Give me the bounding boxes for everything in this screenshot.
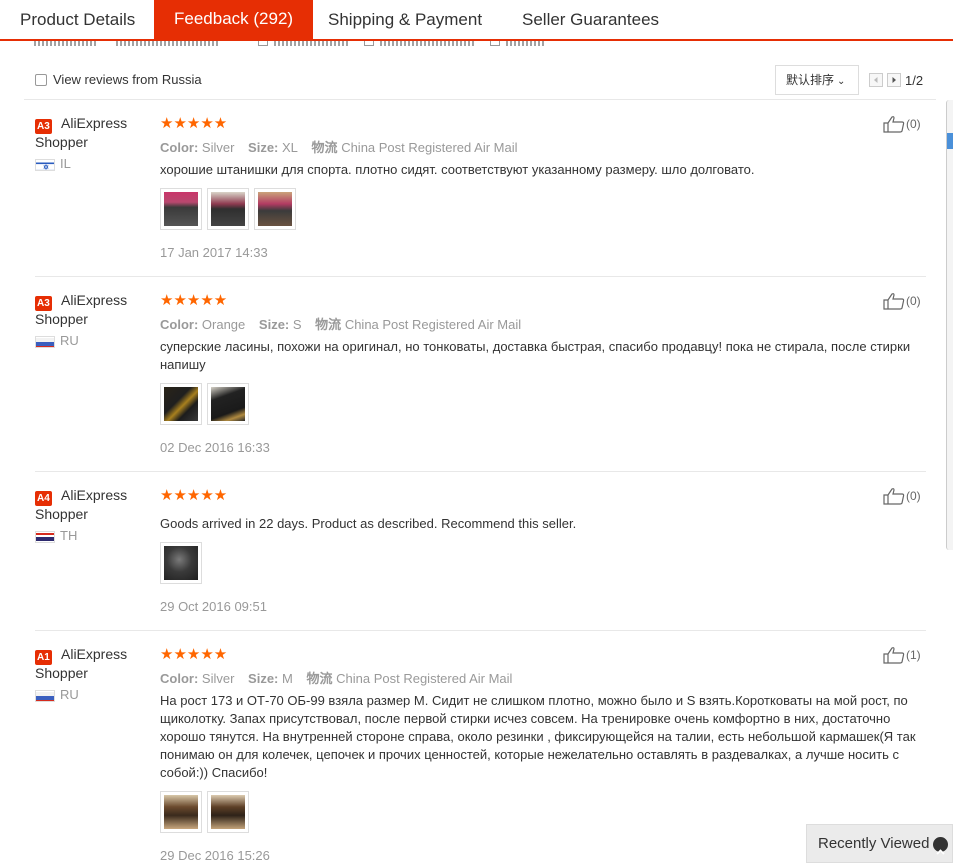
helpful-button[interactable]: (0) (883, 292, 921, 310)
helpful-button[interactable]: (0) (883, 115, 921, 133)
review-date: 02 Dec 2016 16:33 (160, 440, 270, 455)
country-code: TH (60, 528, 78, 543)
review-text: суперские ласины, похожи на оригинал, но… (160, 339, 911, 372)
user-name-line2: Shopper (35, 665, 88, 681)
sort-dropdown[interactable]: 默认排序 ⌄ (775, 65, 859, 95)
star-rating: ★★★★★ (160, 486, 228, 504)
product-attributes: Color: Silver Size: M 物流 China Post Regi… (160, 671, 513, 687)
star-rating: ★★★★★ (160, 291, 228, 309)
side-panel-edge (946, 100, 953, 550)
user-name-line2: Shopper (35, 134, 88, 150)
recently-viewed-button[interactable]: Recently Viewed (806, 824, 953, 863)
tab-product-details[interactable]: Product Details (0, 0, 155, 39)
review-photo[interactable] (160, 791, 202, 833)
buyer-level-badge: A3 (35, 119, 52, 134)
star-rating: ★★★★★ (160, 114, 228, 132)
prev-page-button[interactable] (869, 73, 883, 87)
buyer-level-badge: A4 (35, 491, 52, 506)
next-page-button[interactable] (887, 73, 901, 87)
review-photo[interactable] (160, 542, 202, 584)
country-code: IL (60, 156, 71, 171)
sort-value: 默认排序 (786, 73, 835, 87)
product-attributes: Color: Orange Size: S 物流 China Post Regi… (160, 317, 522, 333)
country-code: RU (60, 687, 79, 702)
country-code: RU (60, 333, 79, 348)
flag-ru-icon (35, 690, 55, 702)
reviews-toolbar: View reviews from Russia 默认排序 ⌄ 1/2 (24, 60, 936, 100)
review-photo[interactable] (254, 188, 296, 230)
helpful-button[interactable]: (0) (883, 487, 921, 505)
chevron-down-icon: ⌄ (837, 76, 846, 87)
review-photo[interactable] (207, 791, 249, 833)
review-item: A1 AliExpress Shopper RU ★★★★★ Color: Si… (35, 646, 926, 863)
review-date: 29 Oct 2016 09:51 (160, 599, 267, 614)
tab-feedback[interactable]: Feedback (292) (154, 0, 314, 41)
user-name: AliExpress (61, 646, 128, 662)
review-photo[interactable] (207, 188, 249, 230)
tab-bar: Product Details Feedback (292) Shipping … (0, 0, 953, 41)
user-name-line2: Shopper (35, 506, 88, 522)
recently-viewed-label: Recently Viewed (818, 835, 930, 852)
user-name: AliExpress (61, 115, 128, 131)
helpful-button[interactable]: (1) (883, 646, 921, 664)
buyer-level-badge: A3 (35, 296, 52, 311)
arrow-right-icon (892, 77, 896, 83)
user-name: AliExpress (61, 487, 128, 503)
product-attributes: Color: Silver Size: XL 物流 China Post Reg… (160, 140, 518, 156)
review-date: 29 Dec 2016 15:26 (160, 848, 270, 863)
thumbs-up-icon (883, 293, 905, 310)
flag-ru-icon (35, 336, 55, 348)
tab-shipping-payment[interactable]: Shipping & Payment (308, 0, 502, 39)
view-russia-label[interactable]: View reviews from Russia (53, 72, 202, 87)
review-item: A3 AliExpress Shopper IL ★★★★★ Color: Si… (35, 115, 926, 277)
review-text: хорошие штанишки для спорта. плотно сидя… (160, 162, 755, 177)
review-date: 17 Jan 2017 14:33 (160, 245, 268, 260)
buyer-level-badge: A1 (35, 650, 52, 665)
user-name: AliExpress (61, 292, 128, 308)
review-text: На рост 173 и ОТ-70 ОБ-99 взяла размер М… (160, 693, 916, 780)
thumbs-up-icon (883, 647, 905, 664)
star-rating: ★★★★★ (160, 645, 228, 663)
page-indicator: 1/2 (905, 73, 924, 88)
flag-il-icon (35, 159, 55, 171)
tab-seller-guarantees[interactable]: Seller Guarantees (502, 0, 679, 39)
thumbs-up-icon (883, 116, 905, 133)
review-item: A4 AliExpress Shopper TH ★★★★★ Goods arr… (35, 487, 926, 631)
arrow-left-icon (874, 77, 878, 83)
side-panel-marker (947, 133, 953, 149)
thumbs-up-icon (883, 488, 905, 505)
review-photo[interactable] (160, 383, 202, 425)
review-photo[interactable] (207, 383, 249, 425)
flag-th-icon (35, 531, 55, 543)
chevron-up-icon (933, 837, 948, 855)
review-item: A3 AliExpress Shopper RU ★★★★★ Color: Or… (35, 292, 926, 472)
review-text: Goods arrived in 22 days. Product as des… (160, 516, 577, 531)
user-name-line2: Shopper (35, 311, 88, 327)
review-photo[interactable] (160, 188, 202, 230)
view-russia-checkbox[interactable] (35, 74, 47, 86)
